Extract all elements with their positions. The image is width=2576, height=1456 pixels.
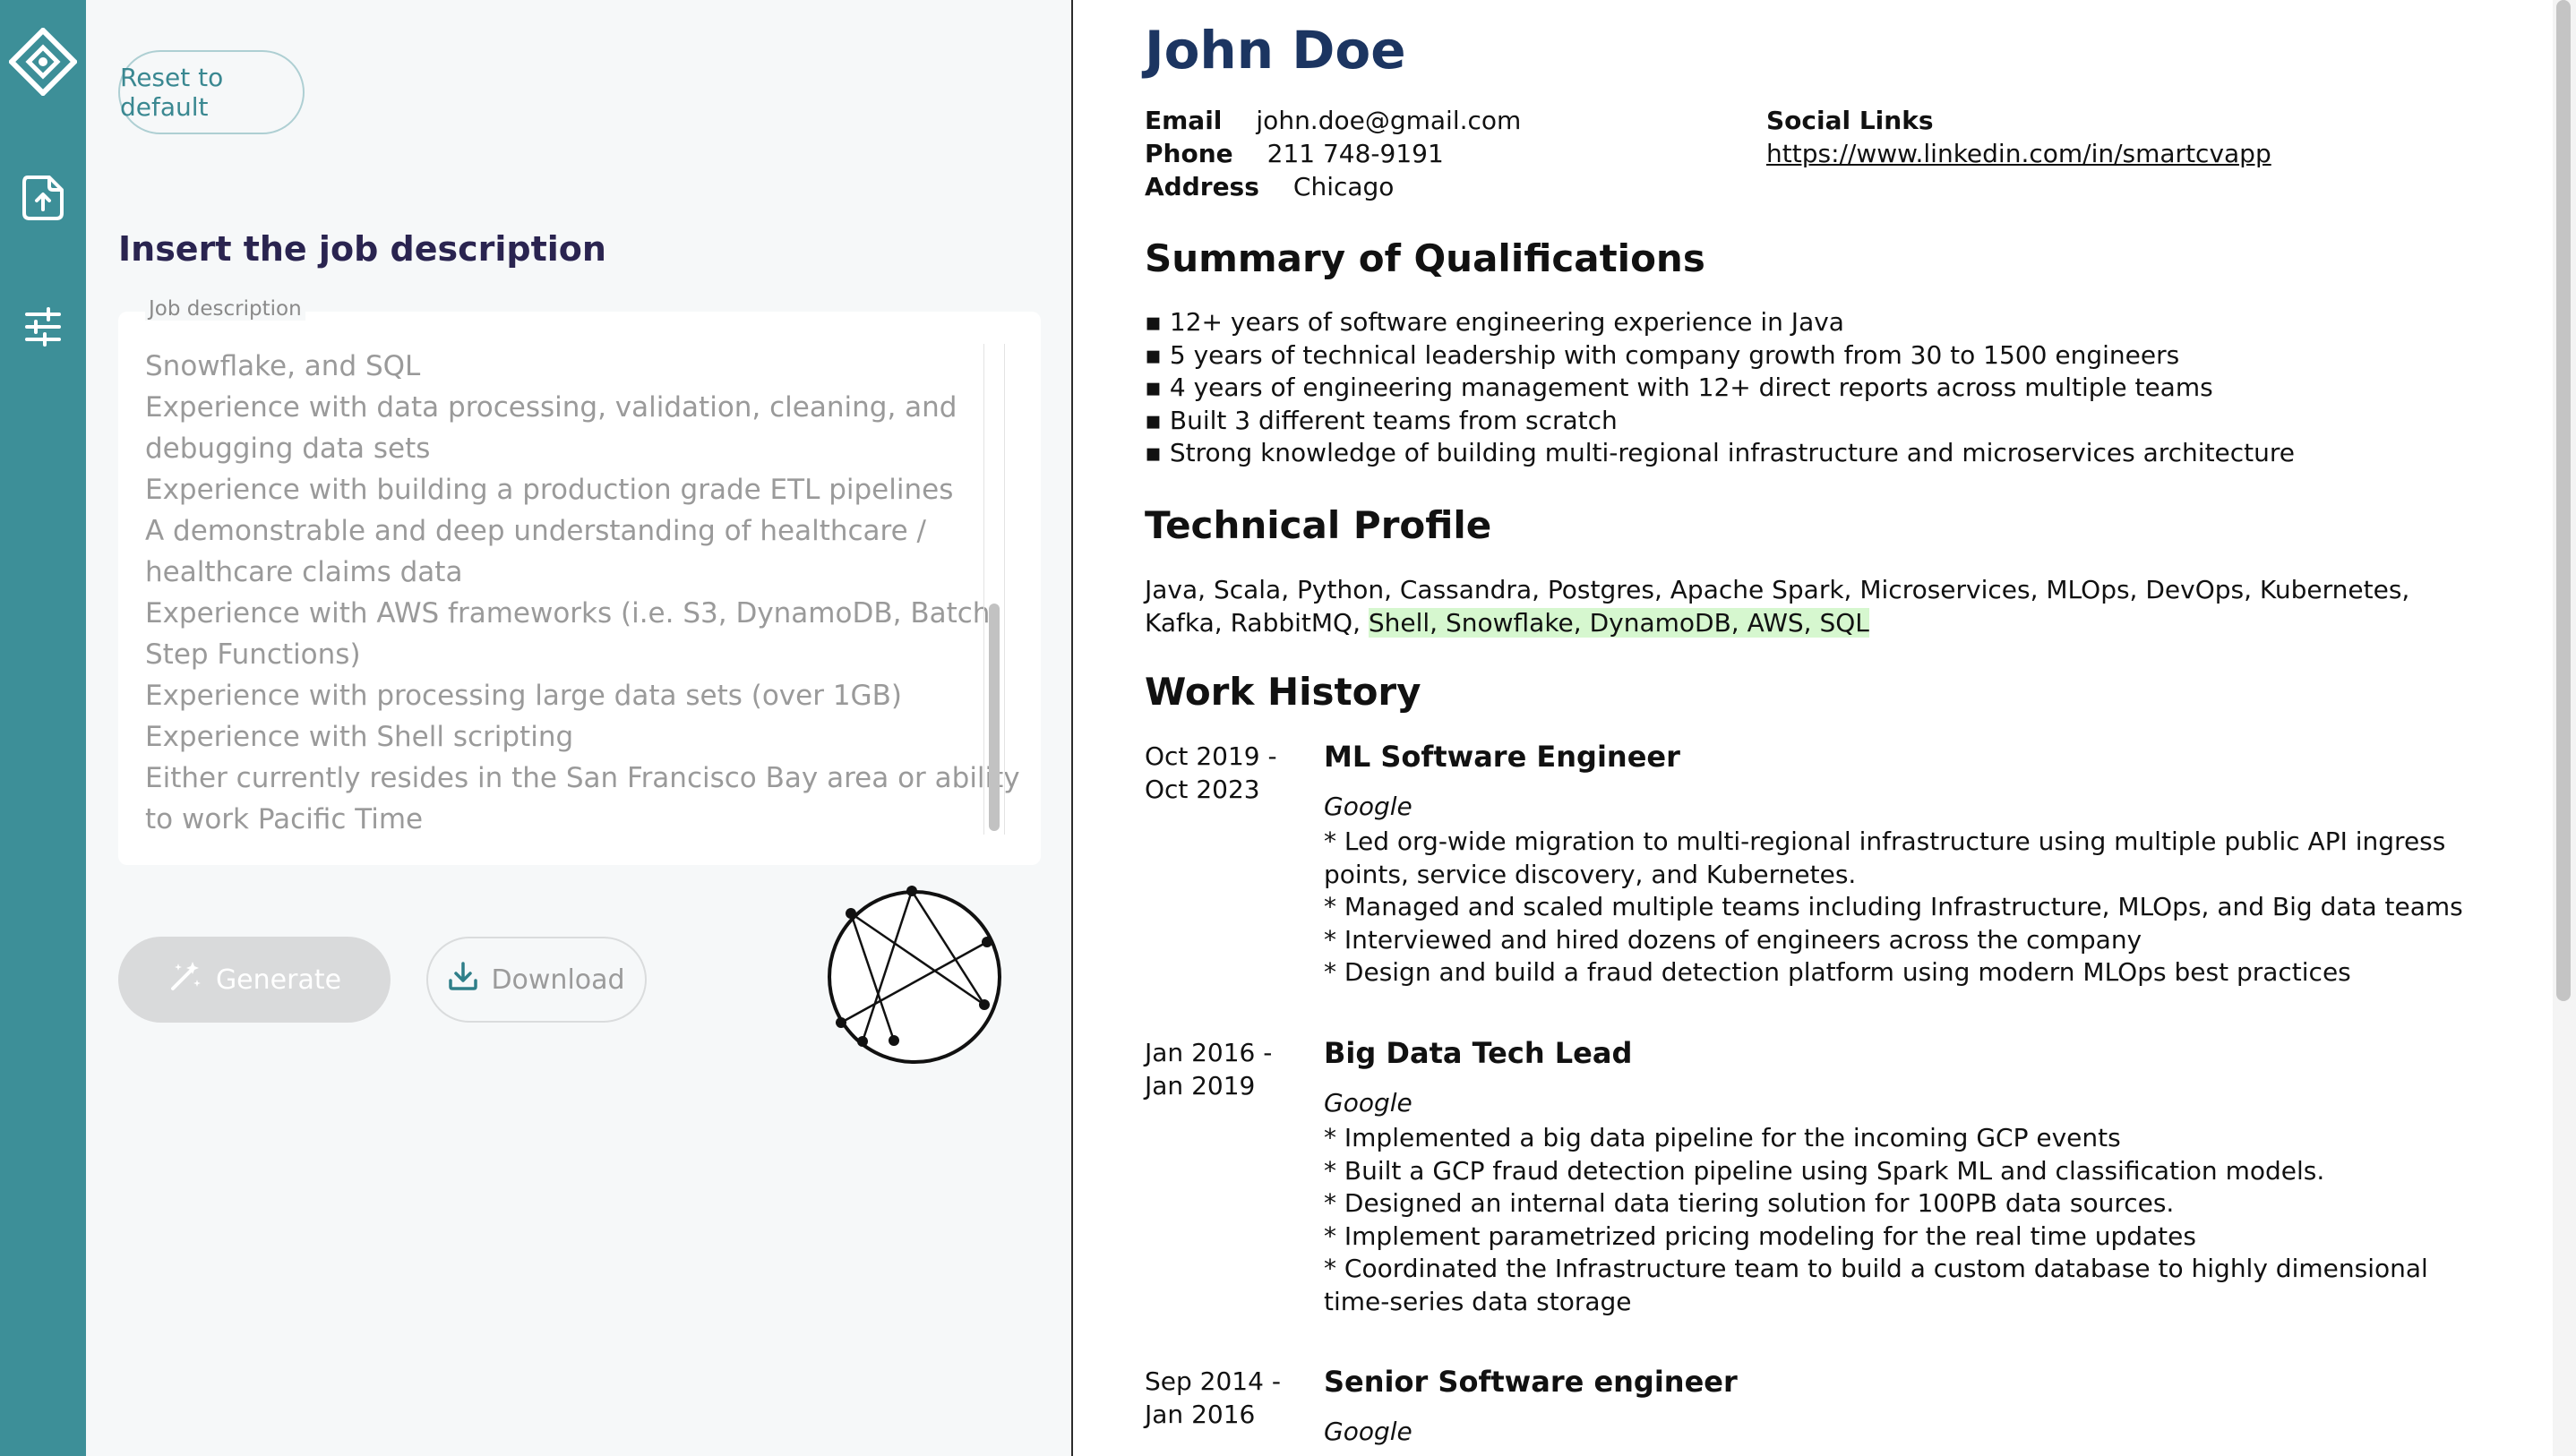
work-entry: Oct 2019 - Oct 2023 ML Software Engineer… — [1145, 740, 2506, 1008]
summary-item: ▪ 4 years of engineering management with… — [1145, 373, 2213, 402]
work-entry: Jan 2016 - Jan 2019 Big Data Tech Lead G… — [1145, 1036, 2506, 1340]
linkedin-link[interactable]: https://www.linkedin.com/in/smartcvapp — [1766, 137, 2271, 170]
download-button[interactable]: Download — [426, 937, 647, 1023]
generate-label: Generate — [215, 964, 342, 996]
company-name: Google — [1324, 792, 1413, 821]
jd-line: Experience with building a production gr… — [145, 474, 954, 506]
sidebar — [0, 0, 86, 1456]
logo-diamond-icon[interactable] — [0, 25, 86, 98]
jd-line: Experience with Shell scripting — [145, 721, 574, 753]
job-description: * Implemented a big data pipeline for th… — [1324, 1122, 2497, 1318]
work-dates: Jan 2016 - Jan 2019 — [1145, 1036, 1315, 1102]
job-description-text[interactable]: Snowflake, and SQL Experience with data … — [145, 346, 1020, 840]
textarea-scrollbar[interactable] — [983, 344, 1005, 835]
page-scrollbar-thumb[interactable] — [2556, 0, 2571, 1001]
resume-preview[interactable]: John Doe Email john.doe@gmail.com Phone 21… — [1071, 0, 2553, 1456]
job-bullet: * Managed and scaled multiple teams incl… — [1324, 892, 2463, 921]
address-label: Address — [1145, 172, 1259, 201]
summary-heading: Summary of Qualifications — [1145, 236, 1705, 280]
address-value: Chicago — [1292, 172, 1395, 201]
job-bullet: * Design and build a fraud detection pla… — [1324, 957, 2351, 987]
phone-label: Phone — [1145, 139, 1233, 168]
job-title: Senior Software engineer — [1324, 1365, 1738, 1399]
work-dates: Oct 2019 - Oct 2023 — [1145, 740, 1315, 806]
job-bullet: * Interviewed and hired dozens of engine… — [1324, 924, 2142, 955]
jd-line: healthcare claims data — [145, 556, 463, 588]
reset-to-default-button[interactable]: Reset to default — [118, 50, 305, 134]
work-date-end: Jan 2019 — [1145, 1071, 1256, 1101]
summary-item: ▪ 12+ years of software engineering expe… — [1145, 307, 1844, 337]
email-value: john.doe@gmail.com — [1256, 106, 1522, 135]
job-description-panel: Reset to default Insert the job descript… — [86, 0, 1071, 1456]
textarea-scrollbar-thumb[interactable] — [989, 604, 1000, 831]
job-title: Big Data Tech Lead — [1324, 1036, 1633, 1070]
summary-item: ▪ Built 3 different teams from scratch — [1145, 405, 1618, 435]
jd-line: Either currently resides in the San Fran… — [145, 762, 1020, 794]
page-scrollbar[interactable] — [2553, 0, 2576, 1456]
work-date-start: Oct 2019 - — [1145, 741, 1277, 771]
jd-line: Experience with data processing, validat… — [145, 391, 957, 424]
job-bullet: * Implemented a big data pipeline for th… — [1324, 1123, 2121, 1152]
job-bullet: * Coordinated the Infrastructure team to… — [1324, 1254, 2428, 1316]
jd-line: to work Pacific Time — [145, 803, 424, 835]
resume-name: John Doe — [1145, 20, 1406, 81]
work-date-end: Jan 2016 — [1145, 1400, 1256, 1429]
job-bullet: * Built a GCP fraud detection pipeline u… — [1324, 1155, 2325, 1186]
job-description-label: Job description — [145, 297, 305, 321]
job-bullet: * Implement parametrized pricing modelin… — [1324, 1220, 2196, 1251]
sliders-icon[interactable] — [0, 295, 86, 358]
summary-item: ▪ 5 years of technical leadership with c… — [1145, 339, 2180, 370]
social-links: Social Links https://www.linkedin.com/in… — [1766, 104, 2271, 170]
contact-info: Email john.doe@gmail.com Phone 211 748-919… — [1145, 104, 1521, 203]
jd-line: Experience with AWS frameworks (i.e. S3,… — [145, 597, 1000, 630]
skills-text: Java, Scala, Python, Cassandra, Postgres… — [1145, 573, 2452, 639]
job-title: ML Software Engineer — [1324, 740, 1680, 774]
work-date-start: Sep 2014 - — [1145, 1366, 1281, 1396]
section-title: Insert the job description — [118, 229, 606, 269]
jd-line: debugging data sets — [145, 433, 431, 465]
download-label: Download — [491, 964, 625, 996]
skills-highlighted: Shell, Snowflake, DynamoDB, AWS, SQL — [1368, 608, 1869, 638]
job-bullet: * Designed an internal data tiering solu… — [1324, 1188, 2175, 1218]
summary-item: ▪ Strong knowledge of building multi-reg… — [1145, 438, 2296, 467]
upload-document-icon[interactable] — [0, 167, 86, 229]
job-bullet: * Led org-wide migration to multi-region… — [1324, 826, 2446, 889]
social-links-label: Social Links — [1766, 106, 1934, 135]
phone-value: 211 748-9191 — [1267, 139, 1444, 168]
download-icon — [448, 961, 478, 998]
work-dates: Sep 2014 - Jan 2016 — [1145, 1365, 1315, 1431]
company-name: Google — [1324, 1088, 1413, 1118]
jd-line: Snowflake, and SQL — [145, 350, 421, 382]
technical-profile-heading: Technical Profile — [1145, 503, 1492, 547]
jd-line: A demonstrable and deep understanding of… — [145, 515, 926, 547]
email-label: Email — [1145, 106, 1223, 135]
loading-spinner-icon — [828, 886, 1001, 1064]
job-description-textarea[interactable]: Snowflake, and SQL Experience with data … — [118, 312, 1041, 865]
jd-line: Step Functions) — [145, 638, 361, 671]
summary-list: ▪ 12+ years of software engineering expe… — [1145, 306, 2295, 470]
work-entry: Sep 2014 - Jan 2016 Senior Software engi… — [1145, 1365, 2506, 1456]
work-date-end: Oct 2023 — [1145, 775, 1260, 804]
job-description: * Led org-wide migration to multi-region… — [1324, 826, 2497, 989]
jd-line: Experience with processing large data se… — [145, 680, 902, 712]
company-name: Google — [1324, 1417, 1413, 1446]
generate-button[interactable]: Generate — [118, 937, 391, 1023]
magic-wand-icon — [167, 958, 203, 1001]
work-date-start: Jan 2016 - — [1145, 1038, 1273, 1067]
work-history-heading: Work History — [1145, 670, 1421, 714]
